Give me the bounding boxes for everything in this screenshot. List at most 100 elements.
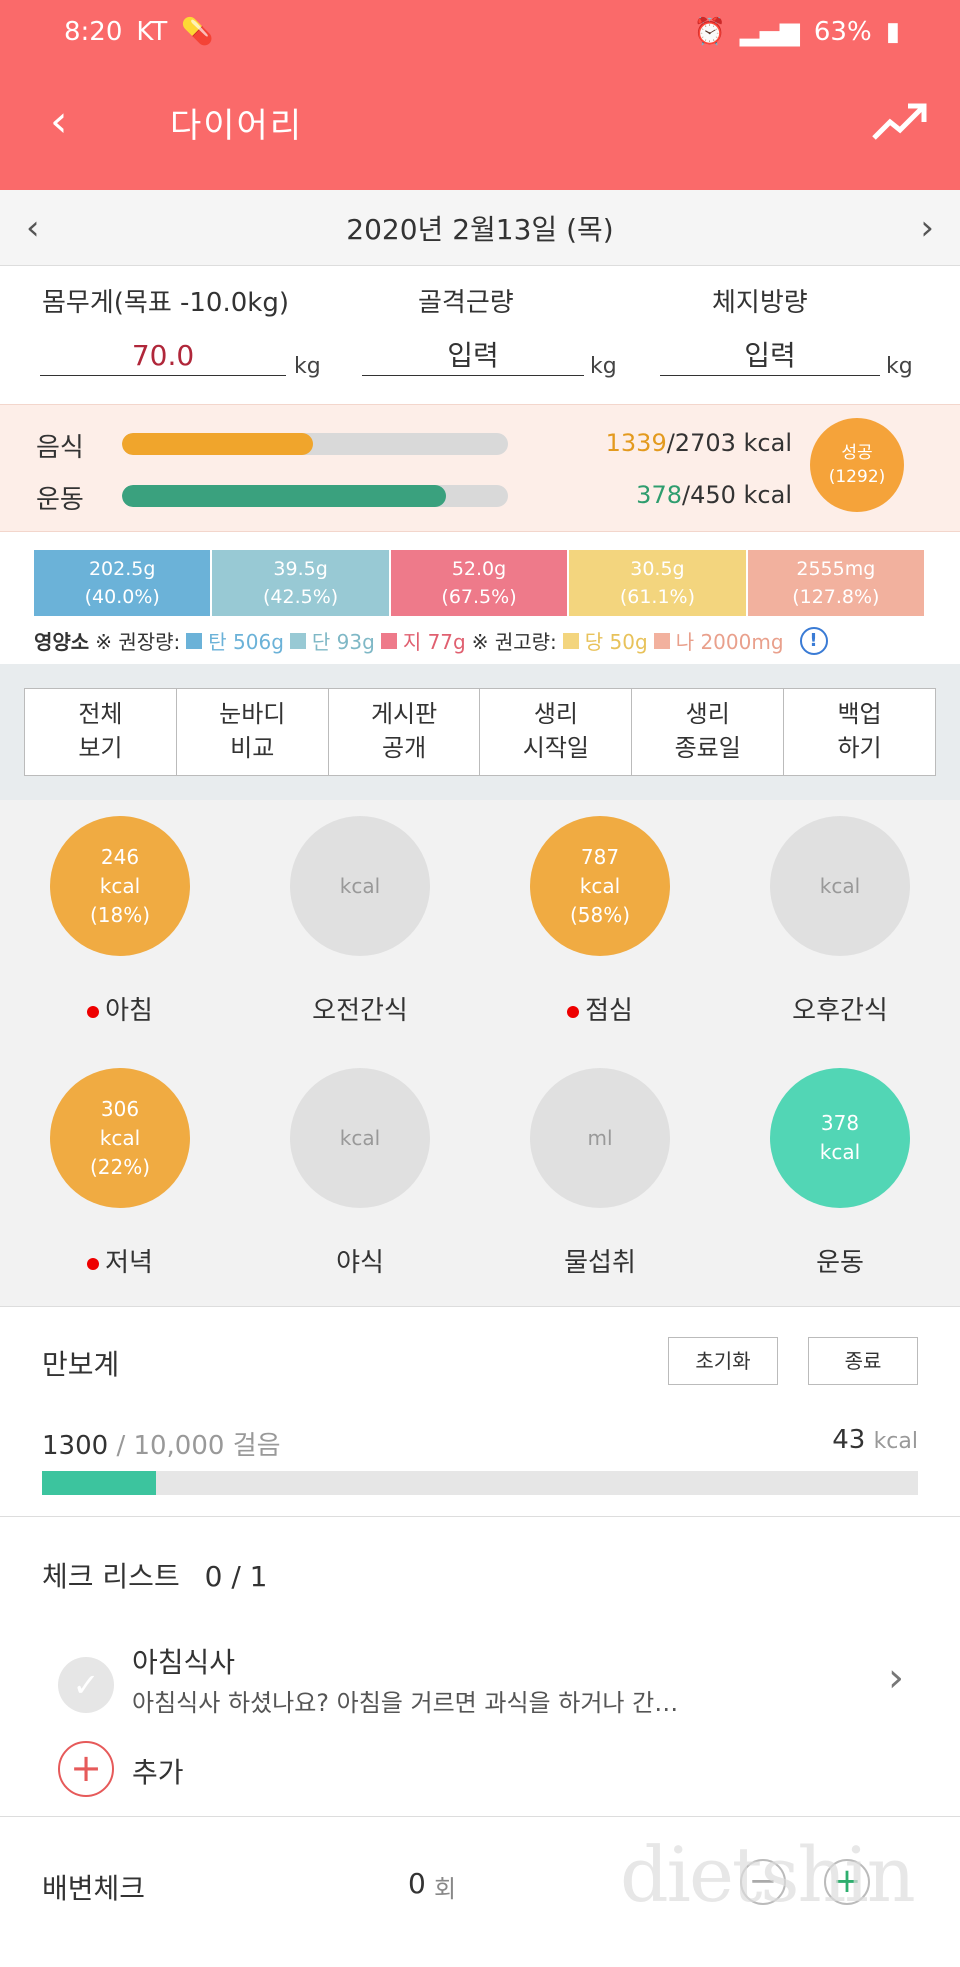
meal-label: 저녁 xyxy=(105,1248,153,1278)
weight-input[interactable]: 70.0 xyxy=(40,336,286,376)
meal-label: 물섭취 xyxy=(564,1248,636,1278)
meal-pct: (58%) xyxy=(569,902,631,927)
meal-unit: kcal xyxy=(99,873,141,898)
carb-legend: 탄 506g xyxy=(208,630,284,654)
board-public-button[interactable]: 게시판공개 xyxy=(329,689,481,775)
meal-unit: kcal xyxy=(819,873,861,898)
meal-morning-snack[interactable]: kcal 오전간식 xyxy=(290,816,430,1027)
bowel-unit: 회 xyxy=(434,1875,457,1903)
steps-unit: 걸음 xyxy=(232,1431,281,1461)
checklist-item[interactable]: ✓ 아침식사 아침식사 하셨나요? 아침을 거르면 과식을 하거나 간… › xyxy=(0,1633,960,1723)
exercise-progress-fill xyxy=(122,485,447,507)
nutrient-pct: (127.8%) xyxy=(792,586,880,608)
menu-line2: 공개 xyxy=(381,734,427,762)
nutrient-protein: 39.5g (42.5%) xyxy=(212,550,391,616)
checklist-header: 체크 리스트 0 / 1 xyxy=(42,1555,267,1595)
pedometer-section: 만보계 초기화 종료 1300 / 10,000 걸음 43 kcal xyxy=(0,1306,960,1516)
meal-pct: (22%) xyxy=(89,1154,151,1179)
nutrient-legend: 영양소 ※ 권장량: 탄 506g 단 93g 지 77g ※ 권고량: 당 5… xyxy=(34,626,828,655)
meal-label: 운동 xyxy=(816,1248,864,1278)
menu-line2: 종료일 xyxy=(674,734,741,762)
record-dot xyxy=(87,1005,100,1018)
status-carrier: KT xyxy=(136,17,168,47)
check-icon[interactable]: ✓ xyxy=(58,1657,114,1713)
meal-label: 야식 xyxy=(336,1248,384,1278)
weight-unit: kg xyxy=(294,354,321,379)
prev-date-icon[interactable]: ‹ xyxy=(26,208,40,248)
menu-line2: 보기 xyxy=(78,734,123,762)
muscle-input[interactable]: 입력 xyxy=(362,336,584,376)
nutrient-section: 202.5g (40.0%) 39.5g (42.5%) 52.0g (67.5%) … xyxy=(0,532,960,664)
fat-legend: 지 77g xyxy=(402,630,466,654)
legend-title: 영양소 xyxy=(34,630,90,654)
record-dot xyxy=(567,1005,580,1018)
pedometer-title: 만보계 xyxy=(42,1348,120,1381)
meal-kcal: 306 xyxy=(100,1096,140,1121)
action-menu: 전체 보기 눈바디 비교 게시판공개 생리시작일 생리 종료일 백업 하기 xyxy=(24,688,936,776)
meal-late-snack[interactable]: kcal 야식 xyxy=(290,1068,430,1279)
nutrient-amount: 2555mg xyxy=(796,558,876,580)
stop-button[interactable]: 종료 xyxy=(808,1337,918,1385)
sodium-legend: 나 2000mg xyxy=(675,630,784,654)
meal-lunch[interactable]: 787 kcal (58%) 점심 xyxy=(530,816,670,1027)
meal-label: 오전간식 xyxy=(312,996,408,1026)
add-checklist-button[interactable]: 추가 xyxy=(132,1751,184,1791)
meal-afternoon-snack[interactable]: kcal 오후간식 xyxy=(770,816,910,1027)
view-all-button[interactable]: 전체 보기 xyxy=(25,689,177,775)
date-navigator: ‹ 2020년 2월13일 (목) › xyxy=(0,190,960,266)
food-label: 음식 xyxy=(36,433,84,463)
step-kcal-value: 43 xyxy=(832,1425,866,1455)
meal-unit: kcal xyxy=(99,1125,141,1150)
backup-button[interactable]: 백업 하기 xyxy=(784,689,935,775)
period-end-button[interactable]: 생리 종료일 xyxy=(632,689,785,775)
trend-chart-icon[interactable] xyxy=(870,98,930,146)
current-date[interactable]: 2020년 2월13일 (목) xyxy=(346,208,613,248)
protein-swatch xyxy=(289,632,306,649)
meal-label: 아침 xyxy=(105,996,153,1026)
nutrient-amount: 202.5g xyxy=(88,558,156,580)
nutrient-sugar: 30.5g (61.1%) xyxy=(569,550,748,616)
meal-breakfast[interactable]: 246 kcal (18%) 아침 xyxy=(50,816,190,1027)
limit-label: ※ 권고량: xyxy=(471,630,557,654)
success-label: 성공 xyxy=(841,443,873,463)
menu-line2: 시작일 xyxy=(522,734,590,762)
battery-icon: ▮ xyxy=(885,17,900,47)
nutrient-bar[interactable]: 202.5g (40.0%) 39.5g (42.5%) 52.0g (67.5%) … xyxy=(34,550,927,616)
success-badge: 성공 (1292) xyxy=(810,418,904,512)
menu-line1: 게시판 xyxy=(370,700,438,728)
checklist-item-desc: 아침식사 하셨나요? 아침을 거르면 과식을 하거나 간… xyxy=(132,1689,679,1717)
period-start-button[interactable]: 생리시작일 xyxy=(480,689,633,775)
meal-unit: ml xyxy=(587,1125,613,1150)
meal-circle: 378 kcal xyxy=(770,1068,910,1208)
meal-dinner[interactable]: 306 kcal (22%) 저녁 xyxy=(50,1068,190,1279)
body-compare-button[interactable]: 눈바디 비교 xyxy=(177,689,329,775)
next-date-icon[interactable]: › xyxy=(920,208,934,248)
meal-circle: kcal xyxy=(290,816,430,956)
exercise-entry[interactable]: 378 kcal 운동 xyxy=(770,1068,910,1279)
meal-kcal: 246 xyxy=(100,844,140,869)
menu-line1: 생리 xyxy=(533,700,578,728)
app-header: 8:20 KT 💊 ⏰ ▂▄▆ 63% ▮ ‹ 다이어리 xyxy=(0,0,960,190)
add-icon[interactable]: + xyxy=(58,1741,114,1797)
step-kcal: 43 kcal xyxy=(832,1425,918,1455)
fat-unit: kg xyxy=(886,354,913,379)
checklist-count: 0 / 1 xyxy=(204,1560,268,1593)
food-total: /2703 xyxy=(666,429,736,457)
step-count: 1300 / 10,000 걸음 xyxy=(42,1425,281,1462)
meal-unit: kcal xyxy=(339,1125,381,1150)
fat-label: 체지방량 xyxy=(712,288,808,318)
protein-legend: 단 93g xyxy=(311,630,375,654)
meal-pct: (18%) xyxy=(89,902,151,927)
back-icon[interactable]: ‹ xyxy=(50,100,68,144)
info-icon[interactable]: ! xyxy=(799,626,828,655)
steps-value: 1300 xyxy=(42,1431,109,1461)
alarm-icon: ⏰ xyxy=(693,17,726,47)
water-intake[interactable]: ml 물섭취 xyxy=(530,1068,670,1279)
reset-button[interactable]: 초기화 xyxy=(668,1337,778,1385)
weight-label: 몸무게(목표 -10.0kg) xyxy=(42,288,289,318)
food-progress-bar xyxy=(122,433,508,455)
nutrient-amount: 39.5g xyxy=(273,558,328,580)
fat-input[interactable]: 입력 xyxy=(660,336,880,376)
exercise-label: 운동 xyxy=(36,485,84,515)
carb-swatch xyxy=(186,632,203,649)
